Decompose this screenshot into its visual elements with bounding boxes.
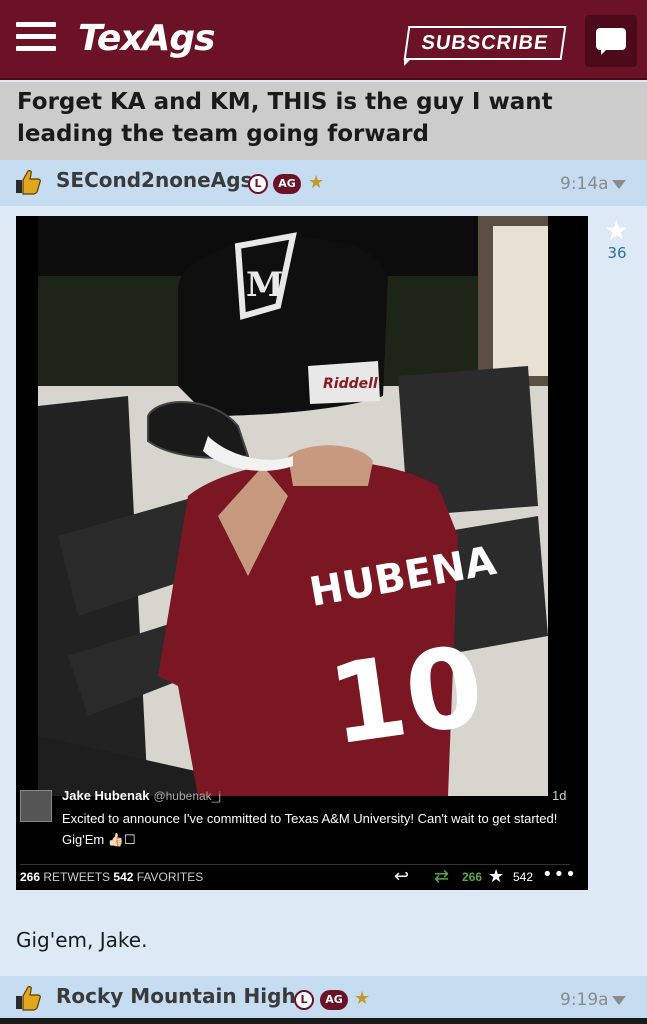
star-icon: ★ <box>308 172 325 193</box>
star-icon: ★ <box>354 988 371 1009</box>
tweet-stats: 266 RETWEETS 542 FAVORITES <box>20 870 203 884</box>
thread-title-bar: Forget KA and KM, THIS is the guy I want… <box>0 82 647 190</box>
helmet-brand: Riddell <box>323 376 378 392</box>
favorite-count: 542 <box>513 870 534 884</box>
hamburger-menu-icon[interactable] <box>16 22 56 52</box>
post-header: SECond2noneAgs L AG ★ 9:14a <box>0 160 647 206</box>
caret-down-icon[interactable] <box>612 180 626 189</box>
badge-ag: AG <box>273 174 301 194</box>
tweet-avatar <box>20 790 52 822</box>
tweet-text: Excited to announce I've committed to Te… <box>62 811 558 847</box>
favorite-total: 542 <box>113 870 134 884</box>
vote-star-icon[interactable]: ★ <box>604 214 629 247</box>
helmet-letter: M <box>246 265 284 305</box>
thumbs-up-icon <box>16 170 41 195</box>
post-username[interactable]: SECond2noneAgs <box>56 168 252 192</box>
chat-button[interactable] <box>585 15 637 67</box>
jersey-number: 10 <box>321 622 490 770</box>
bottom-edge <box>0 1018 647 1024</box>
embedded-image[interactable]: HUBENA 10 M Riddell Jake Hubenak @hubenak… <box>16 216 588 890</box>
thumbs-up-icon <box>16 986 41 1011</box>
tweet-age: 1d <box>552 788 567 803</box>
tweet-name: Jake Hubenak <box>62 788 150 803</box>
retweet-icon[interactable]: ⇄ <box>434 866 449 887</box>
favorite-star-icon[interactable]: ★ <box>488 866 504 887</box>
retweet-count: 266 <box>462 870 483 884</box>
favorites-label: FAVORITES <box>136 870 204 884</box>
tweet-author: Jake Hubenak @hubenak_j <box>62 788 221 803</box>
vote-count: 36 <box>607 244 627 262</box>
badge-ag: AG <box>320 990 348 1010</box>
subscribe-button[interactable]: SUBSCRIBE <box>403 26 567 60</box>
tweet-handle: @hubenak_j <box>153 789 222 803</box>
chat-bubble-icon <box>596 28 626 50</box>
photo: HUBENA 10 M Riddell <box>38 216 548 796</box>
post-username[interactable]: Rocky Mountain High <box>56 984 296 1008</box>
more-icon[interactable]: ••• <box>542 864 577 885</box>
badge-l: L <box>294 990 314 1010</box>
badge-l: L <box>248 174 268 194</box>
subscribe-button-tail <box>404 58 412 66</box>
retweets-label: RETWEETS <box>43 870 111 884</box>
thread-title: Forget KA and KM, THIS is the guy I want… <box>17 89 553 147</box>
post-time: 9:14a <box>560 174 609 194</box>
post-time: 9:19a <box>560 990 609 1010</box>
photo-illustration: HUBENA 10 M Riddell <box>38 216 548 796</box>
reply-icon[interactable]: ↩ <box>394 866 409 887</box>
post-text: Gig'em, Jake. <box>16 928 148 952</box>
site-logo[interactable]: TexAgs <box>78 18 216 59</box>
retweet-total: 266 <box>20 870 41 884</box>
top-bar: TexAgs SUBSCRIBE <box>0 0 647 80</box>
caret-down-icon[interactable] <box>612 996 626 1005</box>
tweet-card[interactable]: Jake Hubenak @hubenak_j 1d Excited to ann… <box>16 778 588 890</box>
tweet-divider <box>20 864 570 865</box>
post-header: Rocky Mountain High L AG ★ 9:19a <box>0 976 647 1022</box>
